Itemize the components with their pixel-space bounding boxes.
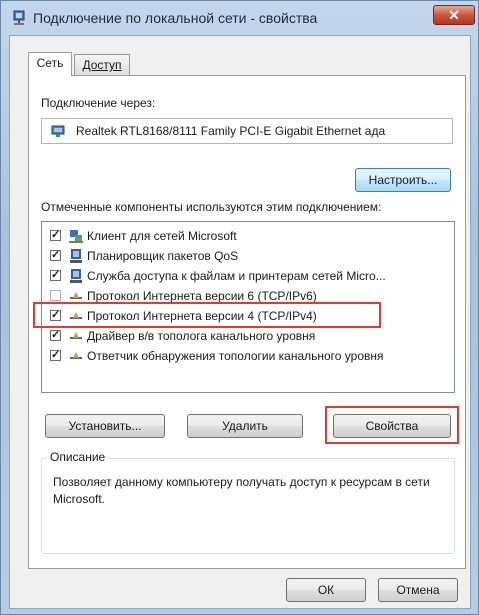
- install-button-label: Установить...: [68, 419, 142, 433]
- description-legend: Описание: [47, 450, 109, 464]
- protocol-icon: [70, 312, 82, 319]
- window-title: Подключение по локальной сети - свойства: [33, 10, 318, 26]
- close-button[interactable]: ✕: [433, 5, 475, 25]
- network-service-icon: [70, 269, 82, 283]
- checkbox[interactable]: ✓: [50, 270, 61, 281]
- properties-window: Подключение по локальной сети - свойства…: [0, 0, 479, 615]
- install-button[interactable]: Установить...: [45, 414, 165, 438]
- uninstall-button[interactable]: Удалить: [187, 414, 303, 438]
- adapter-field: Realtek RTL8168/8111 Family PCI-E Gigabi…: [41, 118, 453, 144]
- network-client-icon: [69, 230, 83, 243]
- list-item-label: Протокол Интернета версии 6 (TCP/IPv6): [87, 289, 317, 303]
- properties-button[interactable]: Свойства: [333, 414, 451, 438]
- list-item-label: Протокол Интернета версии 4 (TCP/IPv4): [87, 309, 317, 323]
- adapter-name: Realtek RTL8168/8111 Family PCI-E Gigabi…: [76, 124, 386, 138]
- properties-button-label: Свойства: [365, 419, 419, 433]
- checkbox[interactable]: ✓: [50, 310, 61, 321]
- tab-sharing-label: Доступ: [82, 58, 122, 72]
- checkbox[interactable]: [50, 290, 61, 301]
- list-item[interactable]: ✓ Протокол Интернета версии 4 (TCP/IPv4): [42, 306, 454, 326]
- checkbox[interactable]: ✓: [50, 250, 61, 261]
- list-item-label: Драйвер в/в тополога канального уровня: [87, 329, 316, 343]
- cancel-button-label: Отмена: [396, 583, 440, 597]
- protocol-icon: [70, 292, 82, 299]
- checkbox[interactable]: ✓: [50, 330, 61, 341]
- list-item-label: Клиент для сетей Microsoft: [87, 229, 237, 243]
- tab-sharing[interactable]: Доступ: [74, 54, 130, 76]
- list-item-label: Планировщик пакетов QoS: [87, 249, 239, 263]
- title-bar[interactable]: Подключение по локальной сети - свойства…: [1, 1, 478, 35]
- cancel-button[interactable]: Отмена: [378, 578, 458, 602]
- network-connection-icon: [13, 10, 25, 25]
- uninstall-button-label: Удалить: [222, 419, 268, 433]
- tab-panel-network: Подключение через: Realtek RTL8168/8111 …: [28, 75, 466, 569]
- network-service-icon: [70, 249, 82, 263]
- tab-network[interactable]: Сеть: [28, 52, 72, 76]
- ok-button-label: ОК: [317, 583, 335, 597]
- network-adapter-icon: [51, 125, 65, 137]
- ok-button[interactable]: ОК: [286, 578, 366, 602]
- list-item-label: Ответчик обнаружения топологии канальног…: [87, 349, 384, 363]
- checkbox[interactable]: ✓: [50, 230, 61, 241]
- tab-network-label: Сеть: [36, 56, 64, 70]
- list-item[interactable]: ✓ Ответчик обнаружения топологии канальн…: [42, 346, 454, 366]
- protocol-icon: [70, 332, 82, 339]
- list-item[interactable]: ✓ Планировщик пакетов QoS: [42, 246, 454, 266]
- list-item[interactable]: Протокол Интернета версии 6 (TCP/IPv6): [42, 286, 454, 306]
- protocol-icon: [70, 352, 82, 359]
- close-icon: ✕: [448, 7, 460, 23]
- list-item-label: Служба доступа к файлам и принтерам сете…: [87, 269, 386, 283]
- description-text: Позволяет данному компьютеру получать до…: [53, 475, 430, 506]
- configure-button[interactable]: Настроить...: [355, 168, 451, 192]
- list-item[interactable]: ✓ Служба доступа к файлам и принтерам се…: [42, 266, 454, 286]
- list-item[interactable]: ✓ Драйвер в/в тополога канального уровня: [42, 326, 454, 346]
- dialog-client-area: Сеть Доступ Подключение через: Realtek R…: [9, 35, 471, 609]
- components-list[interactable]: ✓ Клиент для сетей Microsoft ✓ Планировщ…: [41, 221, 455, 393]
- list-item[interactable]: ✓ Клиент для сетей Microsoft: [42, 226, 454, 246]
- components-label: Отмеченные компоненты используются этим …: [41, 200, 382, 214]
- connect-using-label: Подключение через:: [41, 96, 156, 110]
- checkbox[interactable]: ✓: [50, 350, 61, 361]
- configure-button-label: Настроить...: [368, 173, 438, 187]
